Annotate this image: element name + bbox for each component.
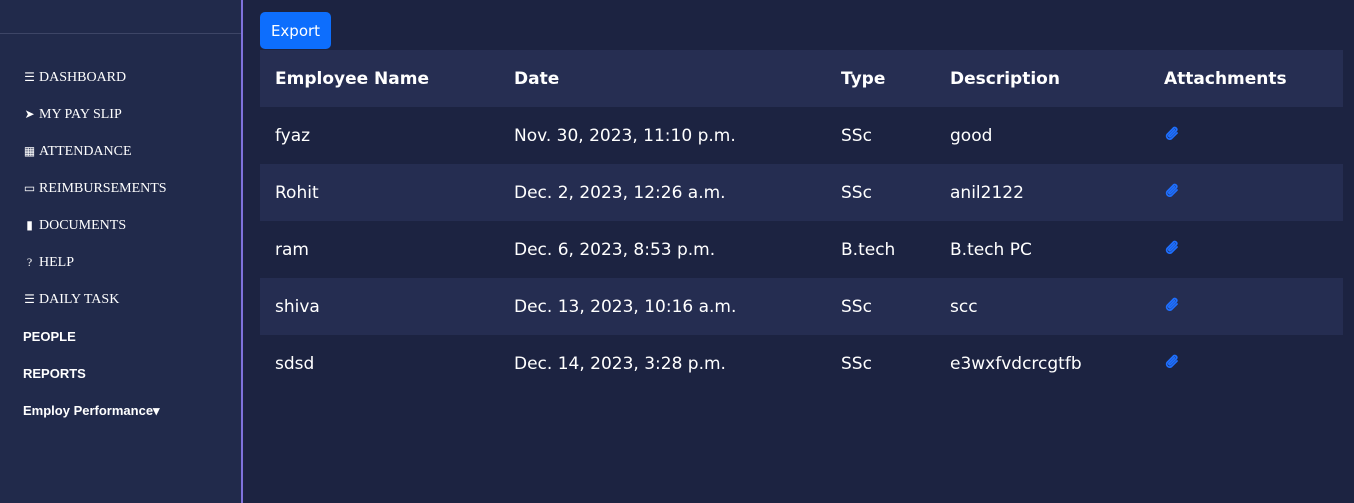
column-header-description: Description	[935, 50, 1149, 107]
table-row: fyaz Nov. 30, 2023, 11:10 p.m. SSc good	[260, 107, 1343, 164]
sidebar-item-label: HELP	[39, 254, 74, 270]
sidebar-item-my-pay-slip[interactable]: ➤ MY PAY SLIP	[23, 96, 167, 133]
date-cell: Dec. 13, 2023, 10:16 a.m.	[499, 278, 826, 335]
employee-name-cell: sdsd	[275, 353, 315, 374]
table-row: ram Dec. 6, 2023, 8:53 p.m. B.tech B.tech P…	[260, 221, 1343, 278]
sidebar-item-documents[interactable]: ▮ DOCUMENTS	[23, 207, 167, 244]
sidebar-item-label: REIMBURSEMENTS	[39, 180, 167, 196]
date-cell: Dec. 6, 2023, 8:53 p.m.	[514, 239, 716, 260]
file-icon: ▮	[26, 218, 33, 232]
sidebar: ☰ DASHBOARD ➤ MY PAY SLIP ▦ ATTENDANCE ▭ REI…	[0, 0, 243, 503]
column-header-type: Type	[826, 50, 935, 107]
table-row: sdsd Dec. 14, 2023, 3:28 p.m. SSc e3wxfvdcr…	[260, 335, 1343, 392]
paper-plane-icon: ➤	[24, 107, 35, 121]
type-cell: SSc	[841, 353, 872, 374]
calendar-icon: ▦	[23, 144, 36, 158]
sidebar-item-label: DOCUMENTS	[39, 217, 127, 233]
sidebar-item-reimbursements[interactable]: ▭ REIMBURSEMENTS	[23, 170, 167, 207]
sidebar-item-people[interactable]: PEOPLE	[23, 318, 167, 355]
date-cell: Dec. 2, 2023, 12:26 a.m.	[499, 164, 826, 221]
paperclip-icon[interactable]	[1164, 124, 1182, 148]
description-cell: good	[950, 125, 993, 146]
paperclip-icon[interactable]	[1164, 238, 1182, 262]
attachments-cell	[1149, 278, 1343, 335]
date-cell: Dec. 14, 2023, 3:28 p.m.	[514, 353, 726, 374]
sidebar-item-reports[interactable]: REPORTS	[23, 355, 167, 392]
type-cell: B.tech	[841, 239, 896, 260]
attachments-cell	[1149, 221, 1343, 278]
description-cell: e3wxfvdcrcgtfb	[950, 353, 1082, 374]
description-cell: B.tech PC	[950, 239, 1032, 260]
sidebar-item-employ-performance-dropdown[interactable]: Employ Performance▾	[23, 392, 167, 429]
column-header-attachments: Attachments	[1149, 50, 1343, 107]
tasks-icon: ☰	[24, 292, 35, 306]
paperclip-icon[interactable]	[1164, 181, 1182, 205]
attachments-cell	[1149, 164, 1343, 221]
employee-name-cell: ram	[275, 239, 309, 260]
sidebar-item-daily-task[interactable]: ☰ DAILY TASK	[23, 281, 167, 318]
table-header-row: Employee Name Date Type Description Atta…	[260, 50, 1343, 107]
export-button[interactable]: Export	[260, 12, 331, 49]
type-cell: SSc	[841, 125, 872, 146]
sidebar-item-label: DAILY TASK	[39, 291, 120, 307]
description-cell: scc	[935, 278, 1149, 335]
sidebar-item-attendance[interactable]: ▦ ATTENDANCE	[23, 133, 167, 170]
type-cell: SSc	[826, 164, 935, 221]
paperclip-icon[interactable]	[1164, 295, 1182, 319]
employee-name-cell: fyaz	[275, 125, 311, 146]
credit-card-icon: ▭	[23, 181, 36, 195]
paperclip-icon[interactable]	[1164, 352, 1182, 376]
attachments-cell	[1149, 107, 1343, 164]
type-cell: SSc	[826, 278, 935, 335]
date-cell: Nov. 30, 2023, 11:10 p.m.	[514, 125, 736, 146]
column-header-date: Date	[499, 50, 826, 107]
reimbursements-table: Employee Name Date Type Description Atta…	[260, 50, 1343, 392]
column-header-employee-name: Employee Name	[260, 50, 499, 107]
sidebar-item-label: DASHBOARD	[39, 69, 127, 85]
sidebar-item-label: MY PAY SLIP	[39, 106, 122, 122]
bars-icon: ☰	[24, 70, 35, 84]
sidebar-nav: ☰ DASHBOARD ➤ MY PAY SLIP ▦ ATTENDANCE ▭ REI…	[23, 59, 167, 429]
question-circle-icon: ?	[26, 255, 33, 269]
sidebar-divider	[0, 33, 241, 34]
sidebar-item-dashboard[interactable]: ☰ DASHBOARD	[23, 59, 167, 96]
description-cell: anil2122	[935, 164, 1149, 221]
attachments-cell	[1149, 335, 1343, 392]
sidebar-item-label: ATTENDANCE	[39, 143, 132, 159]
table-row: Rohit Dec. 2, 2023, 12:26 a.m. SSc anil2122	[260, 164, 1343, 221]
employee-name-cell: Rohit	[260, 164, 499, 221]
sidebar-item-help[interactable]: ? HELP	[23, 244, 167, 281]
table-row: shiva Dec. 13, 2023, 10:16 a.m. SSc scc	[260, 278, 1343, 335]
employee-name-cell: shiva	[260, 278, 499, 335]
